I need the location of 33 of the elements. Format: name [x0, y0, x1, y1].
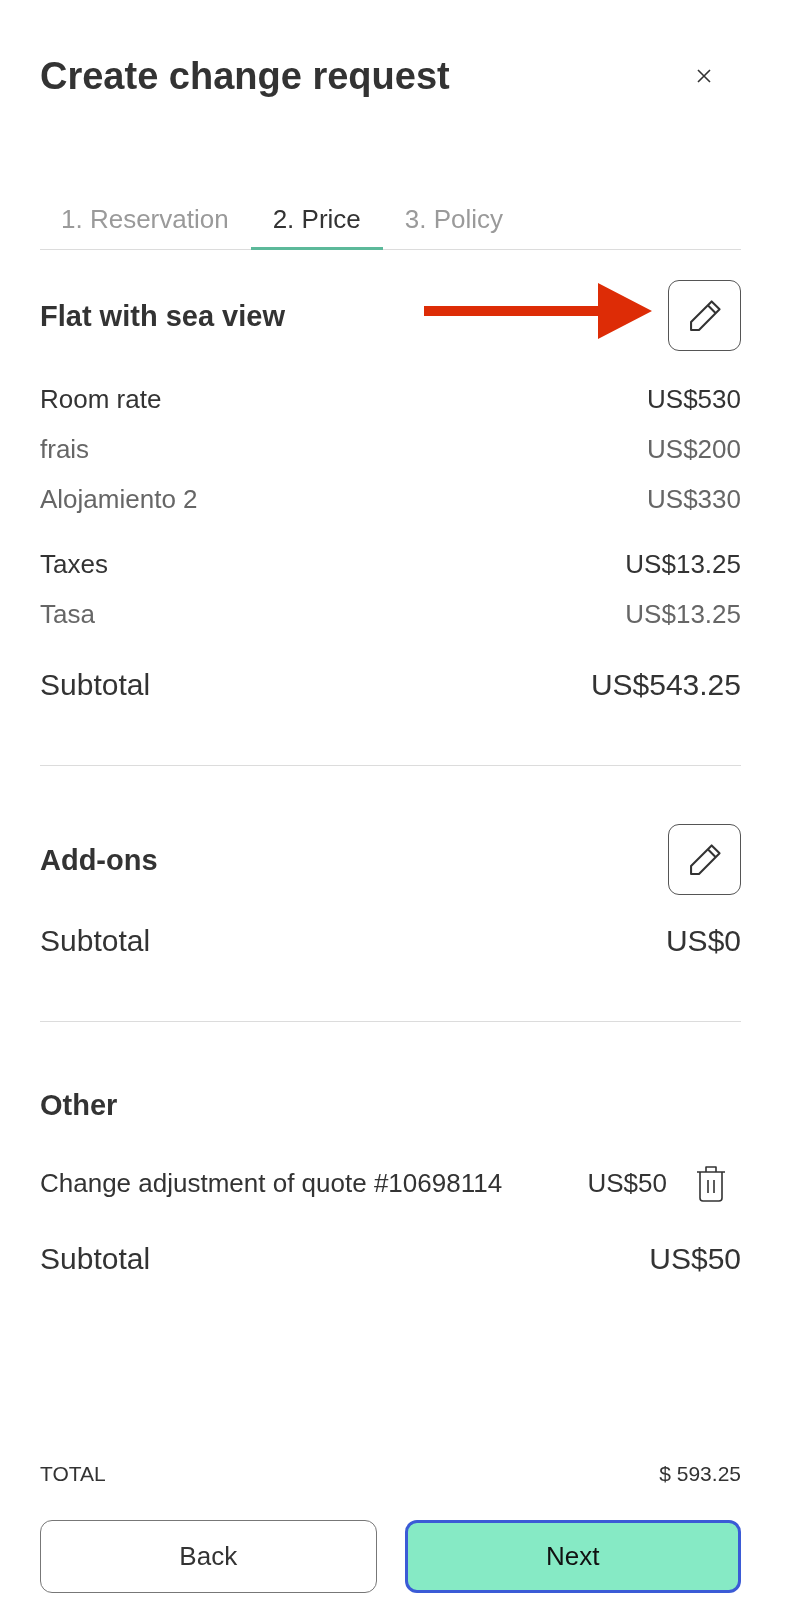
line-item-amount: US$13.25 [625, 598, 741, 630]
close-button[interactable] [697, 69, 711, 83]
section-heading: Flat with sea view [40, 298, 285, 334]
total-label: TOTAL [40, 1461, 106, 1487]
delete-button[interactable] [695, 1164, 727, 1202]
section-heading: Other [40, 1088, 118, 1123]
subtotal-amount: US$543.25 [590, 667, 741, 703]
line-item-amount: US$330 [647, 483, 741, 515]
line-item-label: frais [40, 433, 91, 465]
back-button[interactable]: Back [40, 1520, 377, 1593]
total-amount: $ 593.25 [659, 1461, 741, 1487]
line-item-label: Change adjustment of quote #10698114 [40, 1167, 504, 1199]
line-item-amount: US$13.25 [625, 548, 741, 580]
dialog-title: Create change request [40, 54, 450, 99]
edit-button[interactable] [668, 824, 741, 895]
subtotal-amount: US$50 [649, 1241, 741, 1277]
line-item-amount: US$50 [587, 1167, 667, 1199]
subtotal-amount: US$0 [665, 923, 741, 959]
subtotal-label: Subtotal [40, 1241, 151, 1277]
subtotal-label: Subtotal [40, 923, 151, 959]
line-item-label: Room rate [40, 383, 163, 415]
trash-icon [695, 1164, 727, 1202]
line-item-amount: US$200 [647, 433, 741, 465]
tab[interactable]: 2. Price [250, 190, 383, 250]
line-item-label: Tasa [40, 598, 96, 630]
close-icon [697, 69, 711, 83]
section-heading: Add-ons [40, 842, 158, 878]
next-button[interactable]: Next [404, 1520, 741, 1593]
subtotal-label: Subtotal [40, 667, 151, 703]
edit-button[interactable] [668, 280, 741, 351]
line-item-label: Alojamiento 2 [40, 483, 199, 515]
line-item-label: Taxes [40, 548, 109, 580]
line-item-amount: US$530 [647, 383, 741, 415]
